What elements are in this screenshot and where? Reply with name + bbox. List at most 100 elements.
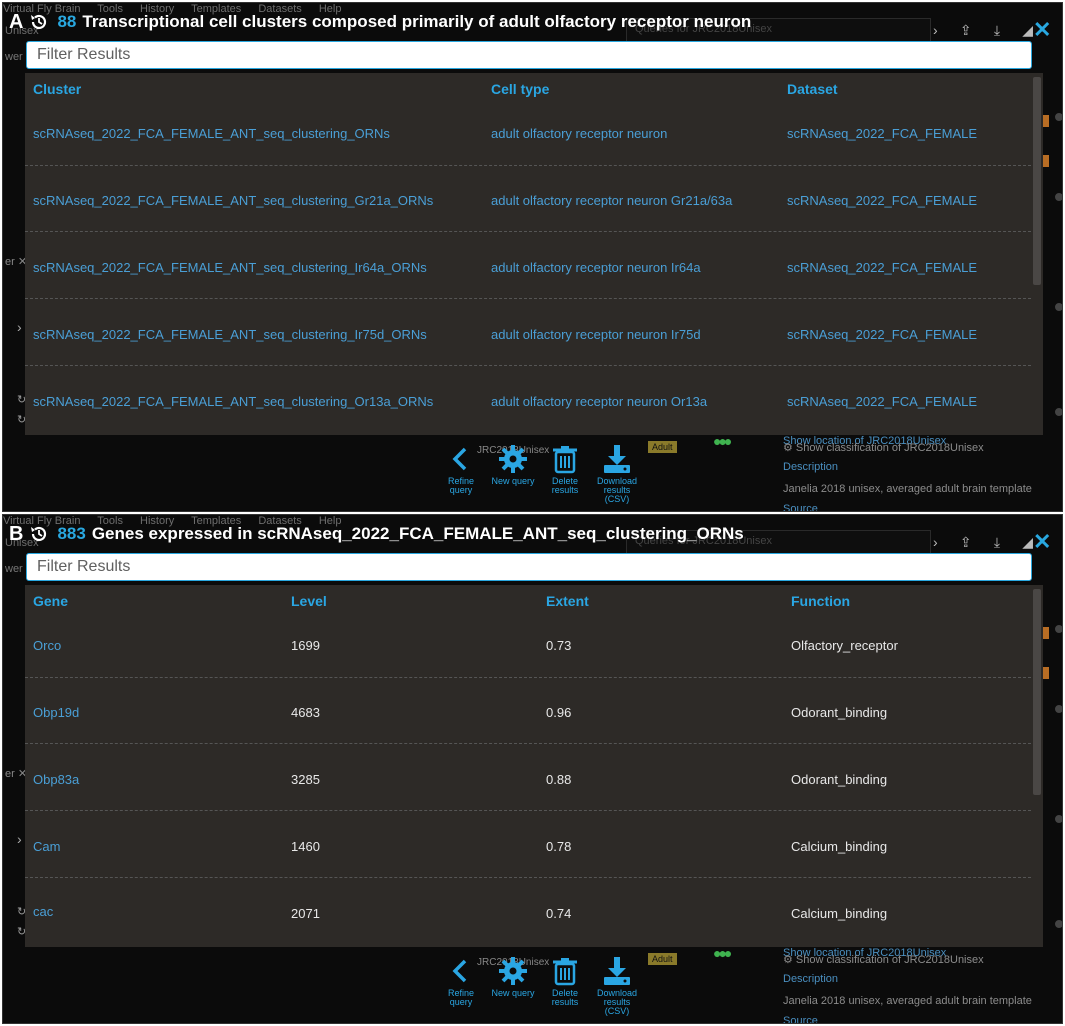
dataset-link[interactable]: scRNAseq_2022_FCA_FEMALE xyxy=(787,193,977,208)
description-label: Description xyxy=(783,461,839,473)
chevron-right-icon[interactable]: › xyxy=(933,534,938,550)
column-header-function[interactable]: Function xyxy=(791,593,850,609)
level-value: 4683 xyxy=(291,705,320,720)
refine-query-button[interactable]: Refine query xyxy=(439,955,483,1016)
history-icon[interactable] xyxy=(29,524,49,544)
table-scrollbar[interactable] xyxy=(1031,585,1043,947)
side-scroll-marks xyxy=(1055,83,1062,416)
dataset-link[interactable]: scRNAseq_2022_FCA_FEMALE xyxy=(787,260,977,275)
dataset-link[interactable]: scRNAseq_2022_FCA_FEMALE xyxy=(787,126,977,141)
new-query-button[interactable]: New query xyxy=(491,955,535,1016)
cell-type-link[interactable]: adult olfactory receptor neuron Or13a xyxy=(491,394,707,409)
chevron-right-icon[interactable]: › xyxy=(17,831,22,847)
table-row: scRNAseq_2022_FCA_FEMALE_ANT_seq_cluster… xyxy=(25,166,1031,232)
column-header-dataset[interactable]: Dataset xyxy=(787,81,838,97)
orange-marker xyxy=(1043,627,1049,639)
table-row: scRNAseq_2022_FCA_FEMALE_ANT_seq_cluster… xyxy=(25,367,1031,433)
cell-type-link[interactable]: adult olfactory receptor neuron Ir64a xyxy=(491,260,701,275)
download-icon[interactable]: ⤓ xyxy=(994,534,1000,551)
results-header: A 88 Transcriptional cell clusters compo… xyxy=(9,3,751,41)
results-toolbar: Refine query New query Delete results Do… xyxy=(439,443,639,504)
description-text: Janelia 2018 unisex, averaged adult brai… xyxy=(783,995,1032,1007)
chevron-right-icon[interactable]: › xyxy=(17,319,22,335)
column-header-gene[interactable]: Gene xyxy=(33,593,68,609)
adult-badge: Adult xyxy=(648,953,677,965)
extent-value: 0.88 xyxy=(546,772,572,787)
level-value: 1460 xyxy=(291,839,320,854)
side-close-icon[interactable]: er ✕ xyxy=(5,767,27,780)
upload-icon[interactable]: ⇪ xyxy=(960,22,972,39)
download-results-button[interactable]: Download results (CSV) xyxy=(595,955,639,1016)
table-row: scRNAseq_2022_FCA_FEMALE_ANT_seq_cluster… xyxy=(25,100,1031,166)
panel-a: Virtual Fly Brain Tools History Template… xyxy=(2,2,1063,512)
function-value: Calcium_binding xyxy=(791,906,888,921)
table-row: cac 2071 0.74 Calcium_binding xyxy=(25,879,1031,945)
gene-link[interactable]: Obp19d xyxy=(33,705,79,720)
panel-letter: B xyxy=(9,522,24,545)
cluster-link[interactable]: scRNAseq_2022_FCA_FEMALE_ANT_seq_cluster… xyxy=(33,193,433,208)
gene-link[interactable]: Orco xyxy=(33,638,61,653)
delete-results-button[interactable]: Delete results xyxy=(543,955,587,1016)
green-dots-icon: ●●● xyxy=(713,433,732,449)
function-value: Odorant_binding xyxy=(791,705,888,720)
dataset-link[interactable]: scRNAseq_2022_FCA_FEMALE xyxy=(787,394,977,409)
new-query-button[interactable]: New query xyxy=(491,443,535,504)
table-row: Obp83a 3285 0.88 Odorant_binding xyxy=(25,745,1031,811)
history-icon[interactable] xyxy=(29,12,49,32)
download-results-button[interactable]: Download results (CSV) xyxy=(595,443,639,504)
cluster-link[interactable]: scRNAseq_2022_FCA_FEMALE_ANT_seq_cluster… xyxy=(33,327,427,342)
top-toolbar: › ⇪ ⤓ ◢ xyxy=(933,19,1033,41)
close-icon[interactable]: ✕ xyxy=(1033,17,1051,43)
delete-results-button[interactable]: Delete results xyxy=(543,443,587,504)
cell-type-link[interactable]: adult olfactory receptor neuron Ir75d xyxy=(491,327,701,342)
table-row: scRNAseq_2022_FCA_FEMALE_ANT_seq_cluster… xyxy=(25,233,1031,299)
results-table: Gene Level Extent Function Orco 1699 0.7… xyxy=(25,585,1043,947)
scrollbar-thumb[interactable] xyxy=(1033,589,1041,795)
close-icon[interactable]: ✕ xyxy=(1033,529,1051,555)
side-label: wer xyxy=(5,563,23,575)
table-row: Cam 1460 0.78 Calcium_binding xyxy=(25,812,1031,878)
level-value: 3285 xyxy=(291,772,320,787)
cell-type-link[interactable]: adult olfactory receptor neuron xyxy=(491,126,667,141)
column-header-cluster[interactable]: Cluster xyxy=(33,81,81,97)
description-label: Description xyxy=(783,973,839,985)
results-count: 88 xyxy=(57,12,77,31)
cluster-link[interactable]: scRNAseq_2022_FCA_FEMALE_ANT_seq_cluster… xyxy=(33,126,390,141)
upload-icon[interactable]: ⇪ xyxy=(960,534,972,551)
cluster-link[interactable]: scRNAseq_2022_FCA_FEMALE_ANT_seq_cluster… xyxy=(33,394,433,409)
filter-results-input[interactable] xyxy=(26,41,1032,69)
show-classification-link[interactable]: ⚙ Show classification of JRC2018Unisex xyxy=(783,441,984,454)
gene-link[interactable]: cac xyxy=(33,904,53,919)
orange-marker xyxy=(1043,115,1049,127)
column-header-level[interactable]: Level xyxy=(291,593,327,609)
orange-marker xyxy=(1043,155,1049,167)
cluster-link[interactable]: scRNAseq_2022_FCA_FEMALE_ANT_seq_cluster… xyxy=(33,260,427,275)
gene-link[interactable]: Obp83a xyxy=(33,772,79,787)
cell-type-link[interactable]: adult olfactory receptor neuron Gr21a/63… xyxy=(491,193,732,208)
side-close-icon[interactable]: er ✕ xyxy=(5,255,27,268)
filter-results-input[interactable] xyxy=(26,553,1032,581)
refine-query-button[interactable]: Refine query xyxy=(439,443,483,504)
eraser-icon[interactable]: ◢ xyxy=(1022,534,1033,551)
trash-icon xyxy=(553,958,577,986)
eraser-icon[interactable]: ◢ xyxy=(1022,22,1033,39)
function-value: Odorant_binding xyxy=(791,772,888,787)
source-label: Source xyxy=(783,1015,818,1024)
results-title: Transcriptional cell clusters composed p… xyxy=(82,12,752,31)
download-icon[interactable]: ⤓ xyxy=(994,22,1000,39)
results-table: Cluster Cell type Dataset scRNAseq_2022_… xyxy=(25,73,1043,435)
chevron-right-icon[interactable]: › xyxy=(933,22,938,38)
scrollbar-thumb[interactable] xyxy=(1033,77,1041,285)
level-value: 2071 xyxy=(291,906,320,921)
dataset-link[interactable]: scRNAseq_2022_FCA_FEMALE xyxy=(787,327,977,342)
show-classification-link[interactable]: ⚙ Show classification of JRC2018Unisex xyxy=(783,953,984,966)
column-header-extent[interactable]: Extent xyxy=(546,593,589,609)
column-header-cell-type[interactable]: Cell type xyxy=(491,81,549,97)
results-title: Genes expressed in scRNAseq_2022_FCA_FEM… xyxy=(91,524,744,543)
gear-icon xyxy=(499,445,527,473)
extent-value: 0.96 xyxy=(546,705,572,720)
chevron-left-icon xyxy=(452,959,467,983)
gene-link[interactable]: Cam xyxy=(33,839,60,854)
table-scrollbar[interactable] xyxy=(1031,73,1043,435)
trash-icon xyxy=(553,446,577,474)
